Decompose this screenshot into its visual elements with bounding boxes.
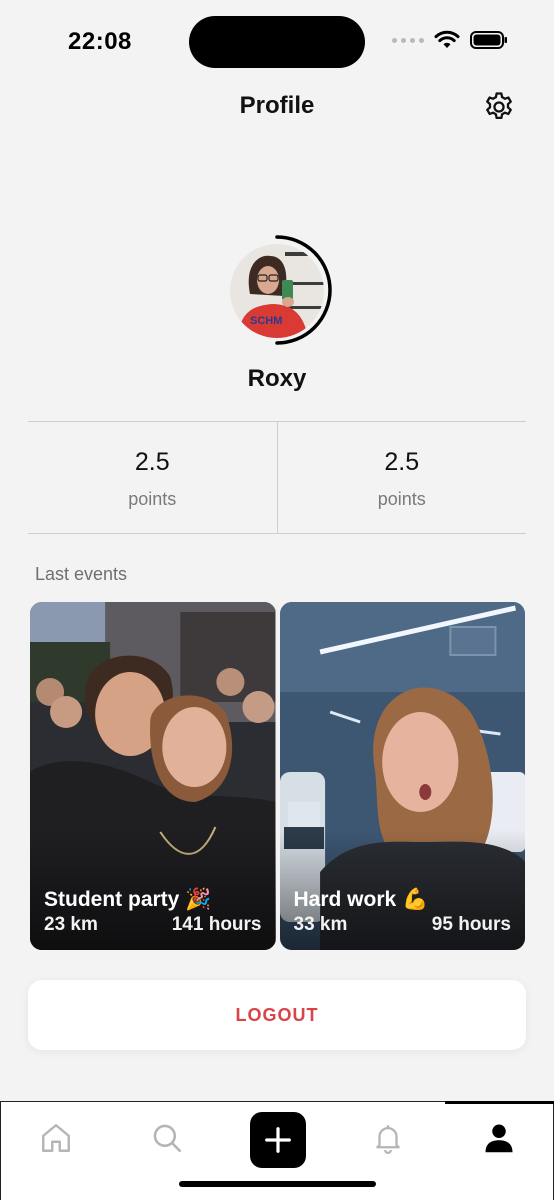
stat-label: points [377, 489, 426, 509]
home-icon [42, 1124, 70, 1152]
battery-icon [470, 31, 507, 49]
user-name: Roxy [247, 365, 307, 392]
status-time: 22:08 [68, 28, 132, 55]
stat-value: 2.5 [134, 448, 170, 476]
search-icon [153, 1124, 182, 1153]
plus-icon [265, 1127, 291, 1153]
event-card-hard-work[interactable]: Hard work 💪 33 km 95 hours [279, 602, 525, 950]
stat-label: points [128, 489, 177, 509]
stat-points-left: 2.5 points [28, 422, 277, 533]
tab-add-button[interactable] [250, 1112, 306, 1168]
dynamic-island [189, 16, 365, 68]
cellular-signal-icon [392, 37, 424, 43]
logout-button[interactable]: LOGOUT [28, 980, 526, 1050]
status-icons [392, 30, 508, 50]
event-title: Hard work 💪 [293, 888, 429, 911]
tab-active-indicator [445, 1101, 554, 1104]
tab-search[interactable] [147, 1118, 187, 1158]
home-indicator [179, 1181, 376, 1187]
wifi-icon [434, 30, 460, 48]
page-title: Profile [239, 92, 315, 119]
events-list: Student party 🎉 23 km 141 hours Hard wor… [30, 602, 525, 950]
stat-value: 2.5 [384, 448, 420, 476]
user-icon [485, 1124, 513, 1153]
event-distance: 33 km [293, 914, 348, 935]
stats-row: 2.5 points 2.5 points [28, 421, 526, 534]
tab-profile[interactable] [479, 1118, 519, 1158]
event-duration: 141 hours [171, 914, 262, 935]
gear-icon [486, 92, 512, 120]
event-title: Student party 🎉 [44, 888, 212, 911]
avatar-container[interactable]: SCHM [226, 234, 336, 348]
tab-notifications[interactable] [368, 1118, 408, 1158]
bell-icon [376, 1125, 400, 1154]
section-title-last-events: Last events [35, 564, 128, 584]
event-distance: 23 km [44, 914, 98, 935]
status-bar: 22:08 [0, 0, 554, 84]
progress-ring [275, 235, 332, 345]
event-meta: 23 km 141 hours [44, 914, 262, 936]
event-card-student-party[interactable]: Student party 🎉 23 km 141 hours [30, 602, 276, 950]
settings-button[interactable] [482, 90, 516, 124]
event-meta: 33 km 95 hours [294, 914, 512, 936]
tab-home[interactable] [36, 1118, 76, 1158]
event-duration: 95 hours [431, 914, 511, 935]
stat-points-right: 2.5 points [276, 422, 527, 533]
